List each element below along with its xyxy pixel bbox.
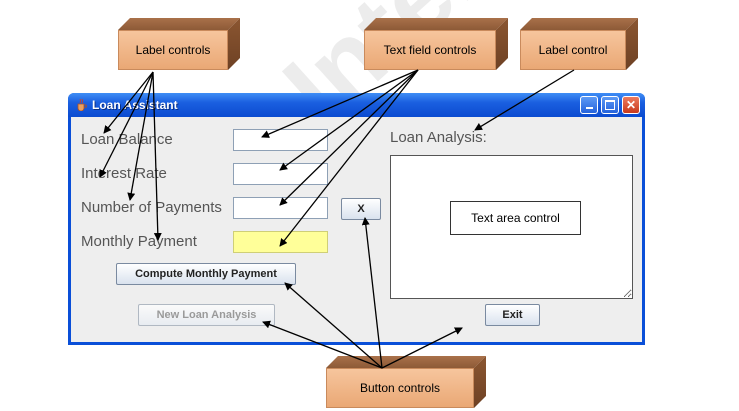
- text-area-control-callout: Text area control: [450, 201, 581, 235]
- maximize-icon: [605, 100, 615, 110]
- text-field-controls-text: Text field controls: [364, 30, 496, 70]
- compute-monthly-payment-button[interactable]: Compute Monthly Payment: [116, 263, 296, 285]
- number-of-payments-label: Number of Payments: [81, 199, 222, 216]
- loan-analysis-label: Loan Analysis:: [390, 129, 487, 146]
- monthly-payment-label: Monthly Payment: [81, 233, 197, 250]
- minimize-button[interactable]: [580, 96, 598, 114]
- new-loan-analysis-button[interactable]: New Loan Analysis: [138, 304, 275, 326]
- java-cup-icon: [77, 98, 87, 111]
- title-bar[interactable]: Loan Assistant ✕: [68, 93, 645, 117]
- loan-balance-label: Loan Balance: [81, 131, 173, 148]
- button-controls-text: Button controls: [326, 368, 474, 408]
- monthly-payment-field[interactable]: [233, 231, 328, 253]
- x-button[interactable]: X: [341, 198, 381, 220]
- label-control-text: Label control: [520, 30, 626, 70]
- maximize-button[interactable]: [601, 96, 619, 114]
- close-button[interactable]: ✕: [622, 96, 640, 114]
- number-of-payments-field[interactable]: [233, 197, 328, 219]
- window-title: Loan Assistant: [92, 98, 178, 112]
- label-controls-text: Label controls: [118, 30, 228, 70]
- interest-rate-label: Interest Rate: [81, 165, 167, 182]
- interest-rate-field[interactable]: [233, 163, 328, 185]
- minimize-icon: [585, 107, 593, 109]
- close-icon: ✕: [625, 98, 637, 112]
- exit-button[interactable]: Exit: [485, 304, 540, 326]
- loan-balance-field[interactable]: [233, 129, 328, 151]
